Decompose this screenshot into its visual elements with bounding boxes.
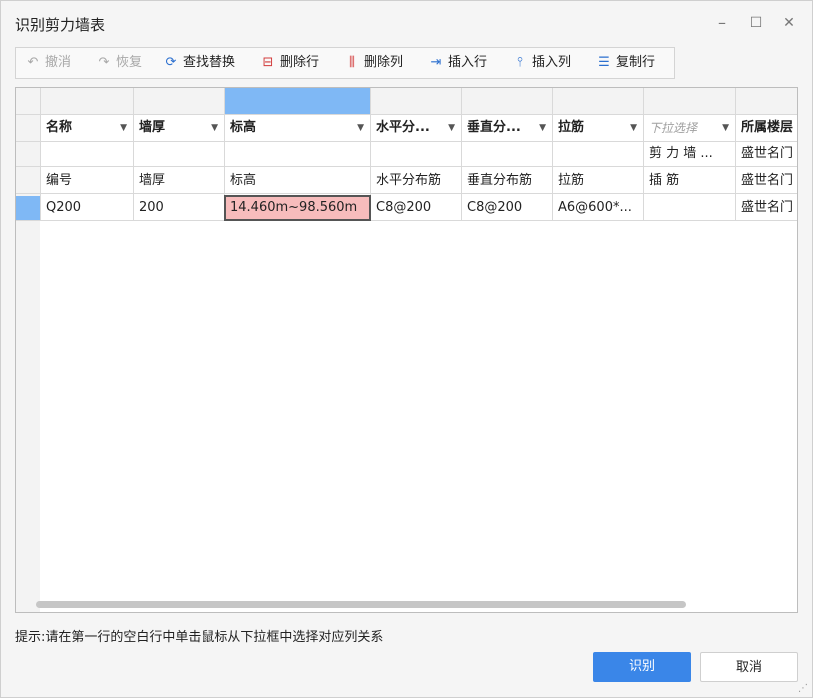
dropdown-arrow-icon[interactable]: ▼ — [448, 116, 455, 140]
table-cell[interactable]: 水平分布筋 — [370, 169, 461, 193]
table-cell[interactable]: C8@200 — [461, 196, 552, 220]
delete-column-button[interactable]: ⫼ 删除列 — [343, 48, 403, 78]
table-cell[interactable]: 盛世名门 — [735, 196, 797, 220]
delete-column-label: 删除列 — [364, 55, 404, 70]
column-header-placeholder: 下拉选择 — [649, 121, 698, 135]
find-replace-label: 查找替换 — [183, 55, 236, 70]
copy-row-button[interactable]: ☰ 复制行 — [595, 48, 655, 78]
redo-icon: ↷ — [98, 55, 110, 70]
column-header-horizontal-rebar[interactable]: 水平分... ▼ — [370, 116, 461, 140]
dialog-window: 识别剪力墙表 – ☐ ✕ ↶ 撤消 ↷ 恢复 ⟳ 查找替换 ⊟ 删除行 ⫼ 删除列 ⇥ 插入… — [0, 0, 813, 698]
dropdown-arrow-icon[interactable]: ▼ — [211, 116, 218, 140]
column-header-label: 标高 — [230, 120, 257, 135]
dropdown-arrow-icon[interactable]: ▼ — [722, 116, 729, 140]
table-cell[interactable]: 剪 力 墙 ... — [643, 142, 735, 166]
undo-button[interactable]: ↶ 撤消 — [24, 48, 71, 78]
delete-column-icon: ⫼ — [349, 55, 355, 70]
table-cell[interactable]: 拉筋 — [552, 169, 643, 193]
column-header-name[interactable]: 名称 ▼ — [40, 116, 133, 140]
column-header-tie-bar[interactable]: 拉筋 ▼ — [552, 116, 643, 140]
maximize-button[interactable]: ☐ — [746, 13, 766, 33]
table-cell[interactable]: 插 筋 — [643, 169, 735, 193]
table-cell[interactable]: 编号 — [40, 169, 133, 193]
insert-row-icon: ⇥ — [430, 55, 442, 70]
close-button[interactable]: ✕ — [779, 13, 799, 33]
column-header-label: 墙厚 — [139, 120, 166, 135]
redo-label: 恢复 — [116, 55, 143, 70]
column-header-thickness[interactable]: 墙厚 ▼ — [133, 116, 224, 140]
column-header-select[interactable]: 下拉选择 ▼ — [643, 116, 735, 140]
table-cell[interactable]: 200 — [133, 196, 224, 220]
wall-table-grid[interactable]: 名称 ▼ 墙厚 ▼ 标高 ▼ 水平分... ▼ 垂直分... ▼ 拉筋 ▼ 下拉选择 ▼ 所属… — [15, 87, 798, 613]
column-header-label: 拉筋 — [558, 120, 585, 135]
recognize-button[interactable]: 识别 — [593, 652, 691, 682]
undo-label: 撤消 — [45, 55, 72, 70]
insert-row-label: 插入行 — [448, 55, 488, 70]
insert-row-button[interactable]: ⇥ 插入行 — [427, 48, 487, 78]
table-cell[interactable]: 垂直分布筋 — [461, 169, 552, 193]
minimize-button[interactable]: – — [712, 13, 732, 33]
column-header-label: 名称 — [46, 120, 73, 135]
dialog-title: 识别剪力墙表 — [15, 16, 106, 34]
copy-row-label: 复制行 — [616, 55, 656, 70]
find-replace-icon: ⟳ — [165, 55, 177, 70]
column-header-floor[interactable]: 所属楼层 — [735, 116, 797, 140]
redo-button[interactable]: ↷ 恢复 — [95, 48, 142, 78]
dropdown-arrow-icon[interactable]: ▼ — [630, 116, 637, 140]
dropdown-arrow-icon[interactable]: ▼ — [539, 116, 546, 140]
column-header-label: 所属楼层 — [741, 120, 794, 135]
undo-icon: ↶ — [27, 55, 39, 70]
delete-row-button[interactable]: ⊟ 删除行 — [259, 48, 319, 78]
table-cell[interactable]: 墙厚 — [133, 169, 224, 193]
find-replace-button[interactable]: ⟳ 查找替换 — [162, 48, 235, 78]
table-cell[interactable]: Q200 — [40, 196, 133, 220]
table-cell[interactable]: 盛世名门 — [735, 169, 797, 193]
delete-row-icon: ⊟ — [262, 55, 274, 70]
copy-row-icon: ☰ — [598, 55, 610, 70]
cancel-button[interactable]: 取消 — [700, 652, 798, 682]
table-cell[interactable]: A6@600*... — [552, 196, 643, 220]
selected-table-cell[interactable]: 14.460m~98.560m — [224, 195, 371, 221]
horizontal-scrollbar[interactable] — [36, 601, 686, 608]
column-header-label: 水平分... — [376, 120, 430, 135]
resize-grip-icon[interactable]: ⋰ — [798, 683, 808, 694]
dropdown-arrow-icon[interactable]: ▼ — [120, 116, 127, 140]
dropdown-arrow-icon[interactable]: ▼ — [357, 116, 364, 140]
grid-lines — [16, 88, 797, 612]
toolbar: ↶ 撤消 ↷ 恢复 ⟳ 查找替换 ⊟ 删除行 ⫼ 删除列 ⇥ 插入行 ⫯ 插入列 ☰ 复制行 — [15, 47, 675, 79]
table-cell[interactable]: 标高 — [224, 169, 370, 193]
title-bar[interactable]: 识别剪力墙表 – ☐ ✕ — [1, 1, 812, 45]
column-header-elevation[interactable]: 标高 ▼ — [224, 116, 370, 140]
table-cell[interactable] — [643, 196, 735, 220]
insert-column-label: 插入列 — [532, 55, 572, 70]
column-header-label: 垂直分... — [467, 120, 521, 135]
column-header-vertical-rebar[interactable]: 垂直分... ▼ — [461, 116, 552, 140]
hint-text: 提示:请在第一行的空白行中单击鼠标从下拉框中选择对应列关系 — [15, 630, 384, 645]
table-cell[interactable]: C8@200 — [370, 196, 461, 220]
delete-row-label: 删除行 — [280, 55, 320, 70]
insert-column-button[interactable]: ⫯ 插入列 — [511, 48, 571, 78]
table-cell[interactable]: 盛世名门 — [735, 142, 797, 166]
insert-column-icon: ⫯ — [517, 55, 523, 70]
